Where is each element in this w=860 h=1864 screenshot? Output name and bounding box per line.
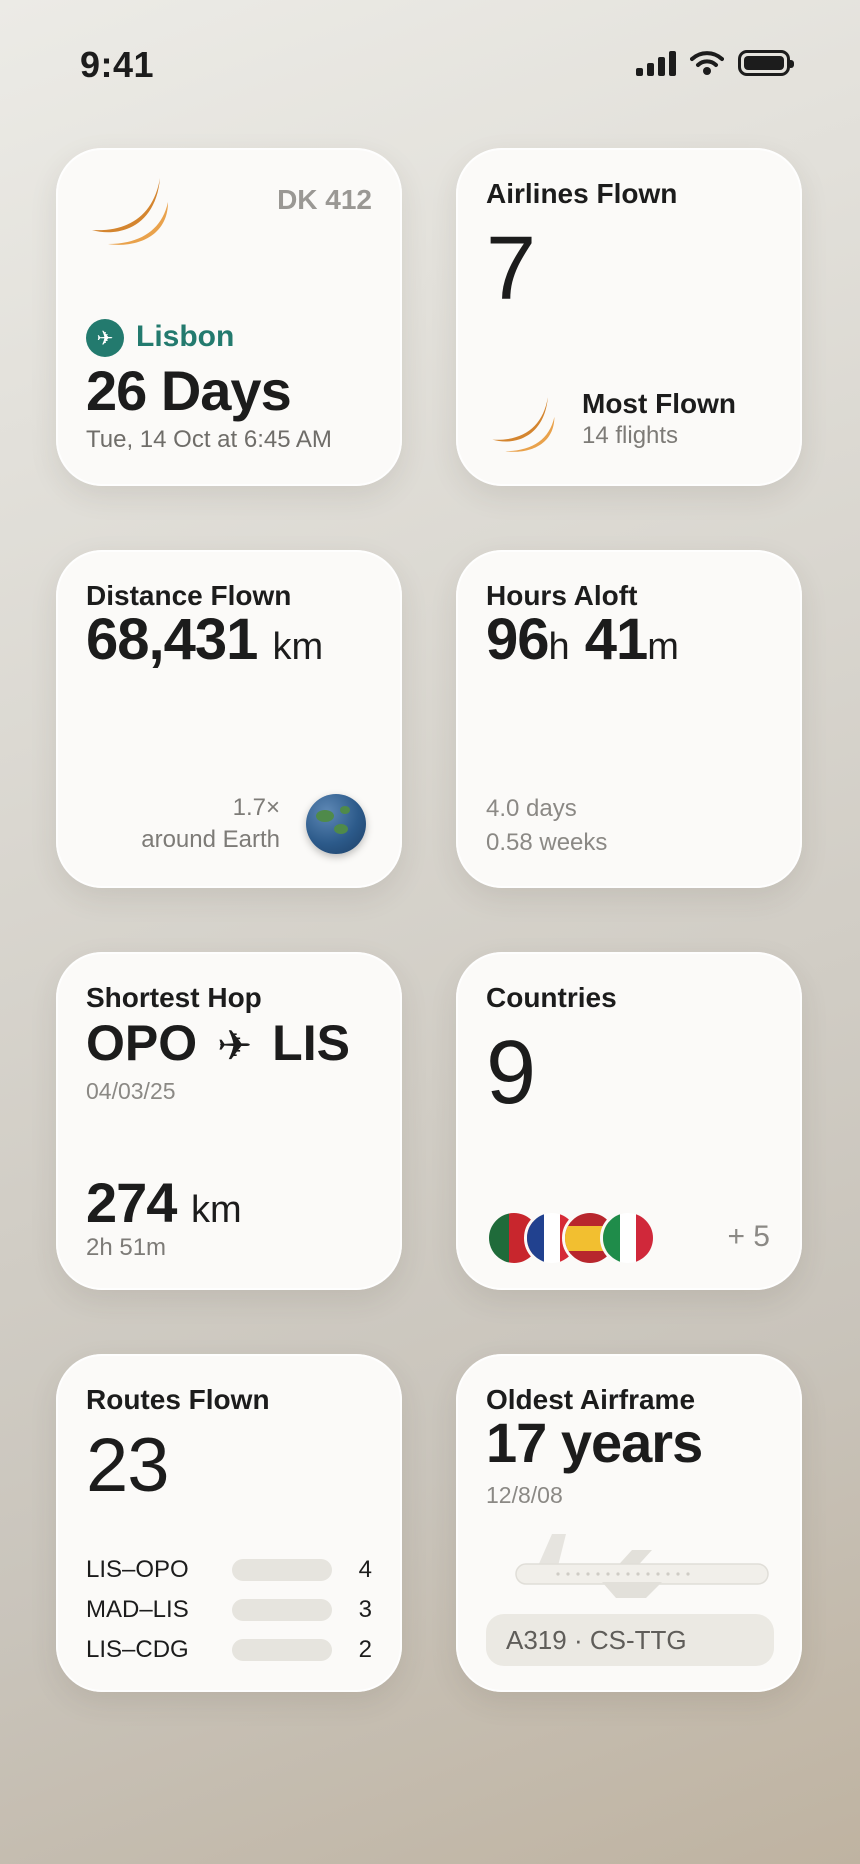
- airplane-illustration-icon: [515, 1534, 769, 1598]
- flag-stack: [486, 1210, 656, 1266]
- airplane-icon: ✈: [86, 319, 124, 357]
- hours-in-days: 4.0 days: [486, 795, 577, 822]
- route-name: LIS–OPO: [86, 1556, 189, 1583]
- airframe-age: 17 years: [486, 1411, 703, 1474]
- routes-card[interactable]: Routes Flown 23 LIS–OPO 4 MAD–LIS 3 LIS–…: [56, 1354, 402, 1692]
- hop-duration: 2h 51m: [86, 1234, 167, 1261]
- oldest-airframe-card[interactable]: Oldest Airframe 17 years 12/8/08 A319 · …: [456, 1354, 802, 1692]
- most-flown-flights: 14 flights: [582, 422, 679, 449]
- route-count: 3: [358, 1596, 372, 1623]
- hop-date: 04/03/25: [86, 1078, 176, 1104]
- next-flight-card[interactable]: DK 412 ✈ Lisbon 26 Days Tue, 14 Oct at 6…: [56, 148, 402, 486]
- battery-icon: [738, 50, 794, 76]
- route-bar: [232, 1599, 332, 1621]
- distance-card[interactable]: Distance Flown 68,431 km 1.7× around Ear…: [56, 550, 402, 888]
- top-routes-list: LIS–OPO 4 MAD–LIS 3 LIS–CDG 2: [86, 1550, 372, 1670]
- earth-multiple: 1.7×: [232, 794, 280, 821]
- hop-destination: LIS: [272, 1015, 350, 1071]
- distance-value: 68,431 km: [86, 606, 323, 673]
- more-countries: + 5: [727, 1220, 770, 1253]
- hop-route: OPO ✈ LIS: [86, 1014, 350, 1072]
- minutes-unit: m: [647, 626, 679, 668]
- airline-logo-icon: [492, 397, 555, 452]
- card-title: Airlines Flown: [486, 178, 678, 209]
- hours-number: 96: [486, 607, 550, 672]
- route-count: 4: [358, 1556, 372, 1583]
- hours-conversions: 4.0 days 0.58 weeks: [486, 792, 607, 860]
- cellular-signal-icon: [636, 50, 676, 76]
- hop-origin: OPO: [86, 1015, 198, 1071]
- card-title: Shortest Hop: [86, 982, 262, 1013]
- hours-in-weeks: 0.58 weeks: [486, 829, 608, 856]
- route-name: MAD–LIS: [86, 1596, 189, 1623]
- route-bar: [232, 1639, 332, 1661]
- distance-unit: km: [272, 626, 324, 668]
- hop-distance-number: 274: [86, 1171, 177, 1234]
- globe-icon: [306, 794, 366, 854]
- route-count: 2: [358, 1636, 372, 1663]
- distance-number: 68,431: [86, 607, 258, 672]
- list-item: MAD–LIS 3: [86, 1590, 372, 1630]
- routes-count: 23: [86, 1423, 170, 1508]
- most-flown-label: Most Flown: [582, 388, 736, 419]
- countdown: 26 Days: [86, 359, 292, 422]
- airplane-icon: ✈: [217, 1022, 253, 1069]
- list-item: LIS–CDG 2: [86, 1630, 372, 1670]
- route-bar: [232, 1559, 332, 1581]
- hours-unit: h: [548, 626, 570, 668]
- countries-count: 9: [486, 1023, 536, 1123]
- list-item: LIS–OPO 4: [86, 1550, 372, 1590]
- card-title: Routes Flown: [86, 1384, 270, 1415]
- status-time: 9:41: [80, 44, 155, 85]
- flight-number: DK 412: [277, 184, 372, 215]
- earth-comparison: 1.7× around Earth: [141, 792, 280, 856]
- italy-flag-icon: [600, 1210, 656, 1266]
- card-title: Countries: [486, 982, 617, 1013]
- airline-logo-icon: [92, 178, 168, 245]
- destination-city: Lisbon: [136, 320, 235, 353]
- hours-card[interactable]: Hours Aloft 96h 41m 4.0 days 0.58 weeks: [456, 550, 802, 888]
- shortest-hop-card[interactable]: Shortest Hop OPO ✈ LIS 04/03/25 274 km 2…: [56, 952, 402, 1290]
- hop-distance: 274 km: [86, 1170, 242, 1235]
- airframe-date: 12/8/08: [486, 1482, 563, 1508]
- minutes-number: 41: [584, 607, 649, 672]
- status-icons: [636, 50, 794, 76]
- airframe-registration: A319 · CS-TTG: [486, 1614, 774, 1666]
- departure-time: Tue, 14 Oct at 6:45 AM: [86, 426, 332, 453]
- hours-value: 96h 41m: [486, 606, 679, 673]
- wifi-icon: [690, 51, 724, 75]
- earth-label: around Earth: [141, 826, 280, 853]
- route-name: LIS–CDG: [86, 1636, 189, 1663]
- hop-distance-unit: km: [191, 1189, 242, 1231]
- airlines-card[interactable]: Airlines Flown 7 Most Flown 14 flights: [456, 148, 802, 486]
- status-bar: 9:41: [0, 0, 860, 130]
- countries-card[interactable]: Countries 9 + 5: [456, 952, 802, 1290]
- airlines-count: 7: [486, 219, 536, 319]
